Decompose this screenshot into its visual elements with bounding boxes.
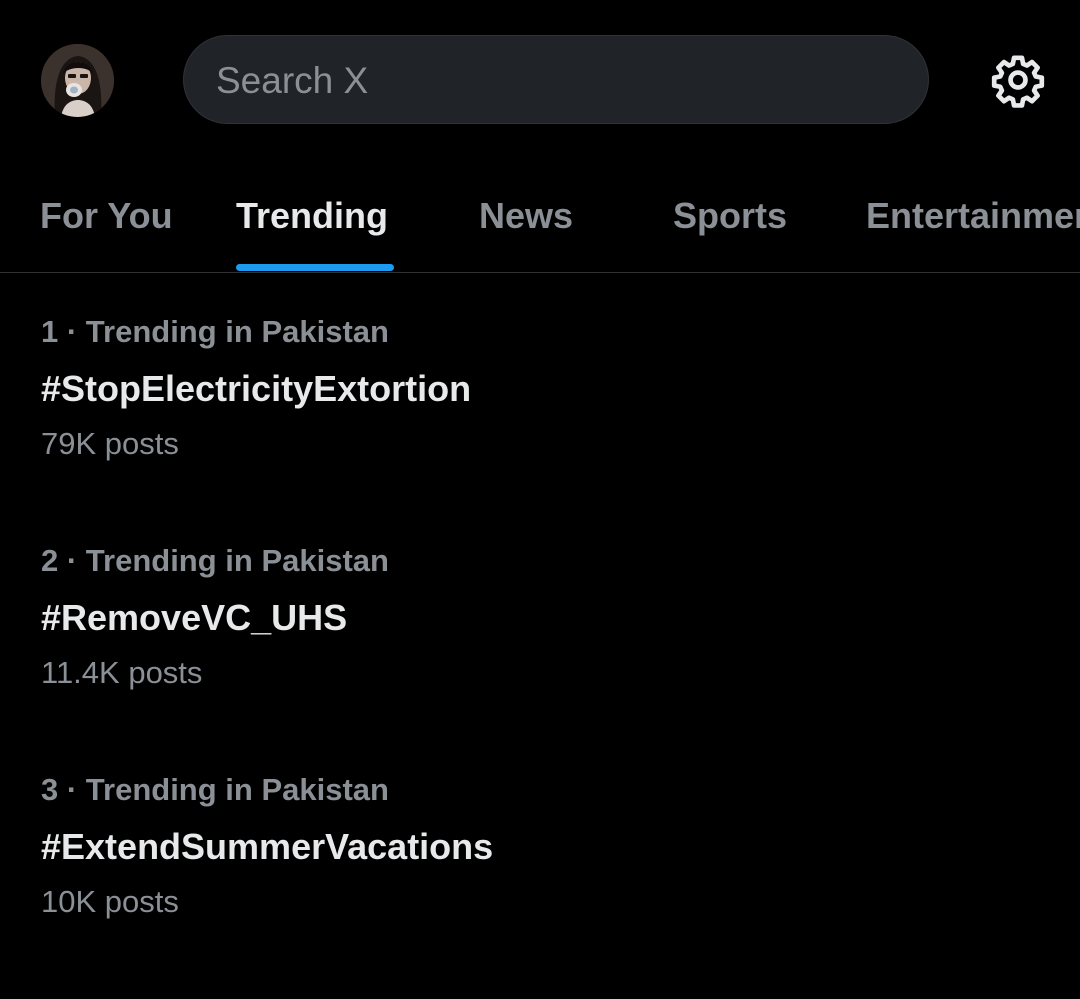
trend-context: 1 · Trending in Pakistan [41,314,389,349]
trend-post-count: 79K posts [41,426,179,461]
trend-post-count: 11.4K posts [41,655,203,690]
trend-post-count: 10K posts [41,884,179,919]
tab-sports[interactable]: Sports [673,160,798,272]
search-input[interactable] [214,36,898,125]
tab-label: Entertainment [866,195,1080,236]
trend-hashtag: #RemoveVC_UHS [41,597,348,638]
top-bar [0,0,1080,160]
settings-button[interactable] [990,52,1046,108]
profile-avatar[interactable] [41,44,114,117]
search-bar[interactable] [183,35,929,125]
trend-context: 3 · Trending in Pakistan [41,772,389,807]
tab-for-you[interactable]: For You [40,160,173,272]
tab-entertainment[interactable]: Entertainment [866,160,1080,272]
tab-label: News [479,195,574,236]
tab-label: For You [40,195,173,236]
trend-item[interactable]: 1 · Trending in Pakistan #StopElectricit… [0,312,1080,541]
trend-context: 2 · Trending in Pakistan [41,543,389,578]
gear-icon [991,55,1045,108]
trend-hashtag: #ExtendSummerVacations [41,826,494,867]
explore-tabs: For You Trending News Sports Entertainme… [0,160,1080,273]
trend-hashtag: #StopElectricityExtortion [41,368,472,409]
tab-label: Trending [236,195,388,236]
tab-trending[interactable]: Trending [236,160,396,272]
active-tab-indicator [236,264,394,271]
tab-news[interactable]: News [479,160,579,272]
trend-item[interactable]: 3 · Trending in Pakistan #ExtendSummerVa… [0,770,1080,999]
trend-item[interactable]: 2 · Trending in Pakistan #RemoveVC_UHS 1… [0,541,1080,770]
tab-label: Sports [673,195,788,236]
avatar-image [41,44,114,117]
